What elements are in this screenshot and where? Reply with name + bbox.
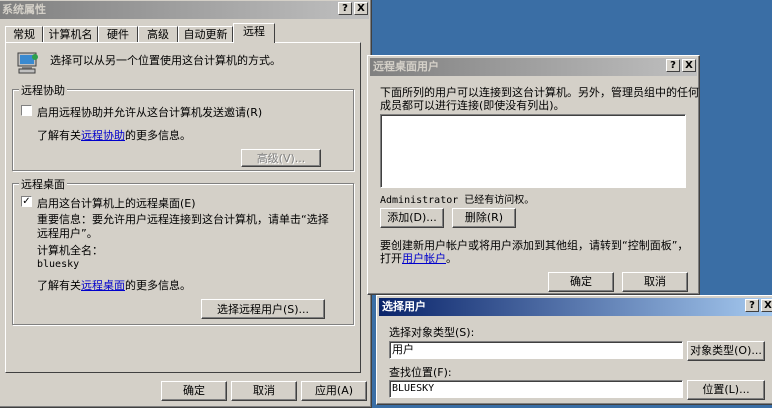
remote-desktop-users-titlebar[interactable]: 远程桌面用户: [370, 58, 697, 76]
remote-assistance-group: 远程协助 启用远程协助并允许从这台计算机发送邀请(R) 了解有关远程协助的更多信…: [12, 82, 354, 171]
close-button[interactable]: X: [682, 59, 696, 72]
remove-user-button[interactable]: 删除(R): [452, 208, 516, 228]
learn-prefix: 了解有关: [37, 129, 81, 142]
enable-remote-assistance-label[interactable]: 启用远程协助并允许从这台计算机发送邀请(R): [37, 104, 262, 120]
location-field[interactable]: BLUESKY: [389, 380, 683, 398]
tab-automatic-updates[interactable]: 自动更新: [178, 26, 233, 42]
user-accounts-link[interactable]: 用户帐户: [402, 252, 446, 265]
cancel-button[interactable]: 取消: [622, 272, 688, 292]
remote-assistance-learn-more: 了解有关远程协助的更多信息。: [37, 127, 191, 143]
remote-assistance-group-label: 远程协助: [19, 82, 67, 98]
object-types-button[interactable]: 对象类型(O)...: [687, 341, 765, 361]
system-properties-titlebar[interactable]: 系统属性: [0, 1, 369, 19]
intro-text: 选择可以从另一个位置使用这台计算机的方式。: [50, 54, 281, 67]
window-title: 选择用户: [382, 300, 426, 313]
object-type-label: 选择对象类型(S):: [389, 326, 475, 339]
close-button[interactable]: X: [354, 2, 368, 15]
tab-panel: 选择可以从另一个位置使用这台计算机的方式。 远程协助 启用远程协助并允许从这台计…: [5, 42, 361, 373]
computer-name-label: 计算机全名：: [37, 244, 103, 257]
system-properties-window: 系统属性 ? X 常规 计算机名 硬件 高级 自动更新 远程 选择可以从另一个位…: [0, 0, 372, 408]
window-title: 系统属性: [2, 3, 46, 16]
computer-name-value: bluesky: [37, 259, 80, 270]
locations-button[interactable]: 位置(L)...: [687, 380, 765, 400]
advanced-button[interactable]: 高级(V)...: [241, 149, 321, 167]
remote-desktop-link[interactable]: 远程桌面: [81, 279, 125, 292]
help-button[interactable]: ?: [666, 59, 680, 72]
select-remote-users-button[interactable]: 选择远程用户(S)...: [201, 299, 325, 319]
close-button[interactable]: X: [761, 299, 772, 312]
help-button[interactable]: ?: [338, 2, 352, 15]
cancel-button[interactable]: 取消: [231, 381, 297, 401]
access-note: Administrator 已经有访问权。: [380, 195, 535, 206]
help-button[interactable]: ?: [745, 299, 759, 312]
window-title: 远程桌面用户: [373, 60, 439, 73]
remote-desktop-learn-more: 了解有关远程桌面的更多信息。: [37, 277, 191, 293]
learn-prefix: 了解有关: [37, 279, 81, 292]
tab-remote[interactable]: 远程: [233, 23, 275, 43]
tab-computer-name[interactable]: 计算机名: [43, 26, 98, 42]
hint-prefix: 打开: [380, 252, 402, 265]
tab-hardware[interactable]: 硬件: [98, 26, 138, 42]
description-line2: 成员都可以进行连接(即使没有列出)。: [380, 99, 565, 112]
learn-suffix: 的更多信息。: [125, 279, 191, 292]
remote-computer-icon: [16, 51, 40, 75]
ok-button[interactable]: 确定: [548, 272, 614, 292]
users-list[interactable]: [380, 114, 686, 188]
select-users-window: 选择用户 ? X 选择对象类型(S): 用户 对象类型(O)... 查找位置(F…: [376, 295, 772, 405]
ok-button[interactable]: 确定: [161, 381, 227, 401]
select-users-titlebar[interactable]: 选择用户: [379, 298, 772, 316]
remote-desktop-users-window: 远程桌面用户 ? X 下面所列的用户可以连接到这台计算机。另外，管理员组中的任何…: [367, 55, 700, 295]
location-label: 查找位置(F):: [389, 366, 452, 379]
remote-desktop-group: 远程桌面 ✓ 启用这台计算机上的远程桌面(E) 重要信息：要允许用户远程连接到这…: [12, 176, 354, 325]
tab-general[interactable]: 常规: [5, 26, 43, 42]
important-info-line2: 远程用户”。: [37, 227, 98, 240]
add-user-button[interactable]: 添加(D)...: [380, 208, 444, 228]
remote-assistance-link[interactable]: 远程协助: [81, 129, 125, 142]
hint-line2: 打开用户帐户。: [380, 250, 457, 266]
enable-remote-assistance-checkbox[interactable]: [21, 105, 32, 116]
enable-remote-desktop-checkbox[interactable]: ✓: [21, 196, 32, 207]
object-type-field[interactable]: 用户: [389, 341, 683, 359]
remote-desktop-group-label: 远程桌面: [19, 176, 67, 192]
enable-remote-desktop-label[interactable]: 启用这台计算机上的远程桌面(E): [37, 195, 196, 211]
apply-button[interactable]: 应用(A): [301, 381, 367, 401]
hint-suffix: 。: [446, 252, 457, 265]
learn-suffix: 的更多信息。: [125, 129, 191, 142]
tab-advanced[interactable]: 高级: [138, 26, 178, 42]
